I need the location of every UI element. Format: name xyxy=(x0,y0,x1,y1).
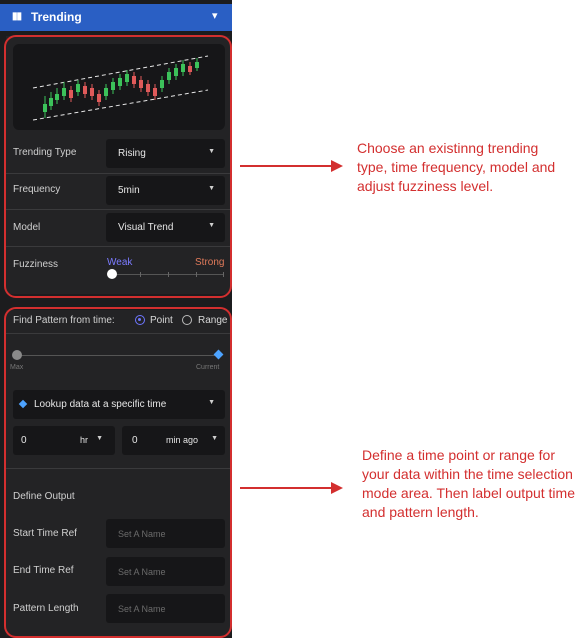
annotation-text-bottom: Define a time point or range for your da… xyxy=(362,447,575,520)
annotation-text-top: Choose an existinng trending type, time … xyxy=(357,140,556,194)
annotation-arrows xyxy=(240,160,343,494)
